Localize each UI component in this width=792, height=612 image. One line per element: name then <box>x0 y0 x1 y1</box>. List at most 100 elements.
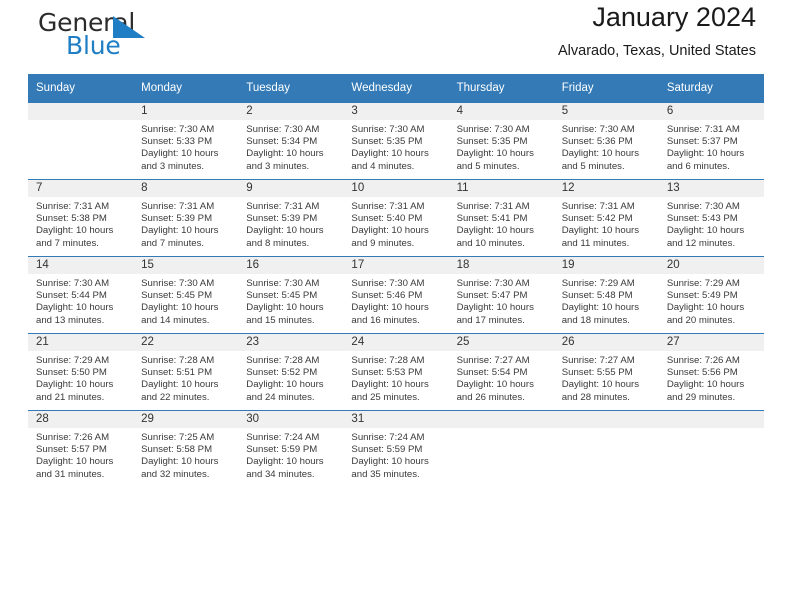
calendar-day-cell[interactable]: 30 Sunrise: 7:24 AM Sunset: 5:59 PM Dayligh… <box>238 410 344 487</box>
daylight-text-line2: and 7 minutes. <box>141 237 205 249</box>
day-number: 16 <box>238 257 344 274</box>
sunset-text: Sunset: 5:51 PM <box>141 367 213 379</box>
weekday-header-row: Sunday Monday Tuesday Wednesday Thursday Frid… <box>28 74 764 103</box>
sunset-text: Sunset: 5:43 PM <box>666 213 738 225</box>
page-subtitle: Alvarado, Texas, United States <box>557 43 756 59</box>
sunrise-text: Sunrise: 7:31 AM <box>246 201 320 212</box>
calendar-table: Sunday Monday Tuesday Wednesday Thursday Frid… <box>28 74 764 487</box>
daylight-text-line2: and 35 minutes. <box>351 468 420 480</box>
daylight-text-line1: Daylight: 10 hours <box>141 148 219 160</box>
daylight-text-line2: and 13 minutes. <box>36 314 105 326</box>
daylight-text-line2: and 17 minutes. <box>456 314 525 326</box>
sunset-text: Sunset: 5:45 PM <box>141 290 213 302</box>
daylight-text-line1: Daylight: 10 hours <box>456 302 534 314</box>
daylight-text-line1: Daylight: 10 hours <box>351 302 429 314</box>
sunrise-text: Sunrise: 7:30 AM <box>141 124 215 135</box>
daylight-text-line1: Daylight: 10 hours <box>666 302 745 314</box>
calendar-day-cell[interactable]: 21 Sunrise: 7:29 AM Sunset: 5:50 PM Dayligh… <box>28 333 134 411</box>
day-number: 9 <box>238 180 344 197</box>
day-details: Sunrise: 7:30 AM Sunset: 5:47 PM Daylight:… <box>449 274 554 327</box>
daylight-text-line1: Daylight: 10 hours <box>246 379 324 391</box>
calendar-day-cell[interactable]: 15 Sunrise: 7:30 AM Sunset: 5:45 PM Dayligh… <box>133 256 239 334</box>
calendar-day-cell[interactable]: 7 Sunrise: 7:31 AM Sunset: 5:38 PM Daylight… <box>28 179 134 257</box>
sunrise-text: Sunrise: 7:30 AM <box>351 124 425 135</box>
calendar-day-cell[interactable]: 1 Sunrise: 7:30 AM Sunset: 5:33 PM Daylight… <box>133 102 239 180</box>
day-number: 2 <box>238 103 344 120</box>
sunrise-text: Sunrise: 7:28 AM <box>246 355 320 366</box>
sunrise-text: Sunrise: 7:28 AM <box>351 355 425 366</box>
calendar-day-cell[interactable]: 13 Sunrise: 7:30 AM Sunset: 5:43 PM Dayligh… <box>658 179 764 257</box>
calendar-day-cell[interactable]: 19 Sunrise: 7:29 AM Sunset: 5:48 PM Dayligh… <box>553 256 659 334</box>
day-number: 27 <box>658 334 764 351</box>
sunset-text: Sunset: 5:38 PM <box>36 213 107 225</box>
day-details: Sunrise: 7:28 AM Sunset: 5:53 PM Daylight:… <box>343 351 448 404</box>
calendar-day-cell[interactable]: 24 Sunrise: 7:28 AM Sunset: 5:53 PM Dayligh… <box>343 333 449 411</box>
day-details: Sunrise: 7:24 AM Sunset: 5:59 PM Daylight:… <box>238 428 343 481</box>
daylight-text-line2: and 18 minutes. <box>561 314 630 326</box>
sunset-text: Sunset: 5:46 PM <box>351 290 423 302</box>
calendar-week-row: 7 Sunrise: 7:31 AM Sunset: 5:38 PM Daylight… <box>28 179 764 257</box>
calendar-day-cell[interactable]: 18 Sunrise: 7:30 AM Sunset: 5:47 PM Dayligh… <box>448 256 554 334</box>
day-number: 21 <box>28 334 134 351</box>
daylight-text-line2: and 32 minutes. <box>141 468 210 480</box>
day-details: Sunrise: 7:30 AM Sunset: 5:35 PM Daylight:… <box>449 120 554 173</box>
sunrise-text: Sunrise: 7:24 AM <box>351 432 425 443</box>
daylight-text-line2: and 25 minutes. <box>351 391 420 403</box>
brand-logo[interactable]: General Blue <box>38 8 188 64</box>
day-details: Sunrise: 7:30 AM Sunset: 5:44 PM Daylight:… <box>28 274 133 327</box>
calendar-day-cell[interactable]: 29 Sunrise: 7:25 AM Sunset: 5:58 PM Dayligh… <box>133 410 239 487</box>
calendar-page: General Blue January 2024 Alvarado, Texa… <box>0 0 792 612</box>
calendar-day-cell[interactable]: 27 Sunrise: 7:26 AM Sunset: 5:56 PM Dayligh… <box>658 333 764 411</box>
day-details: Sunrise: 7:30 AM Sunset: 5:36 PM Daylight:… <box>554 120 659 173</box>
day-details: Sunrise: 7:30 AM Sunset: 5:43 PM Daylight:… <box>659 197 764 250</box>
daylight-text-line1: Daylight: 10 hours <box>561 148 640 160</box>
calendar-day-cell[interactable]: 2 Sunrise: 7:30 AM Sunset: 5:34 PM Daylight… <box>238 102 344 180</box>
calendar-day-cell[interactable]: 12 Sunrise: 7:31 AM Sunset: 5:42 PM Dayligh… <box>553 179 659 257</box>
title-block: January 2024 Alvarado, Texas, United Sta… <box>558 0 756 62</box>
day-details: Sunrise: 7:31 AM Sunset: 5:40 PM Daylight:… <box>343 197 448 250</box>
day-number: 7 <box>28 180 134 197</box>
calendar-day-cell[interactable]: 25 Sunrise: 7:27 AM Sunset: 5:54 PM Dayligh… <box>448 333 554 411</box>
daylight-text-line2: and 34 minutes. <box>246 468 315 480</box>
calendar-day-cell[interactable]: 5 Sunrise: 7:30 AM Sunset: 5:36 PM Daylight… <box>553 102 659 180</box>
day-number: 6 <box>658 103 764 120</box>
daylight-text-line2: and 26 minutes. <box>456 391 525 403</box>
day-number: 10 <box>343 180 449 197</box>
day-details: Sunrise: 7:29 AM Sunset: 5:50 PM Daylight:… <box>28 351 133 404</box>
sunrise-text: Sunrise: 7:31 AM <box>141 201 215 212</box>
daylight-text-line2: and 29 minutes. <box>666 391 736 403</box>
daylight-text-line1: Daylight: 10 hours <box>561 302 640 314</box>
calendar-day-cell[interactable]: 11 Sunrise: 7:31 AM Sunset: 5:41 PM Dayligh… <box>448 179 554 257</box>
sunset-text: Sunset: 5:54 PM <box>456 367 528 379</box>
daylight-text-line1: Daylight: 10 hours <box>666 148 745 160</box>
calendar-day-cell[interactable]: 9 Sunrise: 7:31 AM Sunset: 5:39 PM Daylight… <box>238 179 344 257</box>
calendar-day-cell[interactable]: 3 Sunrise: 7:30 AM Sunset: 5:35 PM Daylight… <box>343 102 449 180</box>
daylight-text-line1: Daylight: 10 hours <box>351 148 429 160</box>
daylight-text-line2: and 12 minutes. <box>666 237 736 249</box>
calendar-day-cell[interactable]: 8 Sunrise: 7:31 AM Sunset: 5:39 PM Daylight… <box>133 179 239 257</box>
calendar-day-cell[interactable]: 4 Sunrise: 7:30 AM Sunset: 5:35 PM Daylight… <box>448 102 554 180</box>
calendar-day-cell[interactable]: 23 Sunrise: 7:28 AM Sunset: 5:52 PM Dayligh… <box>238 333 344 411</box>
calendar-day-cell[interactable]: 22 Sunrise: 7:28 AM Sunset: 5:51 PM Dayligh… <box>133 333 239 411</box>
sunrise-text: Sunrise: 7:29 AM <box>561 278 635 289</box>
daylight-text-line1: Daylight: 10 hours <box>246 302 324 314</box>
daylight-text-line1: Daylight: 10 hours <box>456 379 534 391</box>
calendar-day-cell[interactable]: 20 Sunrise: 7:29 AM Sunset: 5:49 PM Dayligh… <box>658 256 764 334</box>
calendar-day-cell[interactable]: 26 Sunrise: 7:27 AM Sunset: 5:55 PM Dayligh… <box>553 333 659 411</box>
sunset-text: Sunset: 5:33 PM <box>141 136 213 148</box>
sunset-text: Sunset: 5:42 PM <box>561 213 633 225</box>
sunrise-text: Sunrise: 7:24 AM <box>246 432 320 443</box>
day-number: 28 <box>28 411 134 428</box>
sunrise-text: Sunrise: 7:30 AM <box>246 278 320 289</box>
calendar-day-cell[interactable]: 14 Sunrise: 7:30 AM Sunset: 5:44 PM Dayligh… <box>28 256 134 334</box>
calendar-day-cell[interactable]: 28 Sunrise: 7:26 AM Sunset: 5:57 PM Dayligh… <box>28 410 134 487</box>
sunset-text: Sunset: 5:52 PM <box>246 367 318 379</box>
calendar-day-cell[interactable]: 16 Sunrise: 7:30 AM Sunset: 5:45 PM Dayligh… <box>238 256 344 334</box>
calendar-cell-empty <box>448 410 554 487</box>
calendar-day-cell[interactable]: 6 Sunrise: 7:31 AM Sunset: 5:37 PM Daylight… <box>658 102 764 180</box>
calendar-body: 1 Sunrise: 7:30 AM Sunset: 5:33 PM Daylight… <box>28 102 764 487</box>
sunrise-text: Sunrise: 7:30 AM <box>456 124 530 135</box>
calendar-day-cell[interactable]: 31 Sunrise: 7:24 AM Sunset: 5:59 PM Dayligh… <box>343 410 449 487</box>
calendar-day-cell[interactable]: 10 Sunrise: 7:31 AM Sunset: 5:40 PM Dayligh… <box>343 179 449 257</box>
calendar-day-cell[interactable]: 17 Sunrise: 7:30 AM Sunset: 5:46 PM Dayligh… <box>343 256 449 334</box>
